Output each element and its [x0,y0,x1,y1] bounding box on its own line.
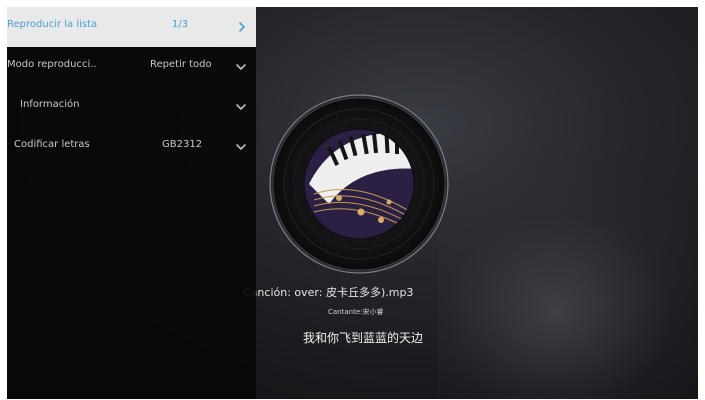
singer-label: Cantante:宋小睿 [328,308,384,316]
menu-item-label: Codificar letras [14,139,90,150]
chevron-down-icon [236,64,246,71]
menu-item-lyrics-encoding[interactable]: Codificar letras GB2312 [7,127,256,167]
chevron-down-icon [236,144,246,151]
menu-item-playlist[interactable]: Reproducir la lista 1/3 [7,7,256,47]
menu-item-value: Repetir todo [150,59,212,70]
menu-item-play-mode[interactable]: Modo reproducci.. Repetir todo [7,47,256,87]
menu-item-label: Modo reproducci.. [7,59,97,70]
vinyl-record-icon [269,94,449,274]
menu-item-label: Información [20,99,80,110]
menu-item-information[interactable]: Información [7,87,256,127]
menu-item-value: GB2312 [162,139,203,150]
menu-item-value: 1/3 [172,19,189,30]
chevron-right-icon [239,22,246,32]
current-lyric: 我和你飞到蓝蓝的天边 [303,331,424,345]
chevron-down-icon [236,104,246,111]
music-player-screen: Canción: over: 皮卡丘多多).mp3 Cantante:宋小睿 我… [7,7,698,399]
album-disc [269,94,449,274]
settings-menu: Reproducir la lista 1/3 Modo reproducci.… [7,7,256,399]
menu-item-label: Reproducir la lista [7,19,98,30]
background-glow [437,157,698,399]
